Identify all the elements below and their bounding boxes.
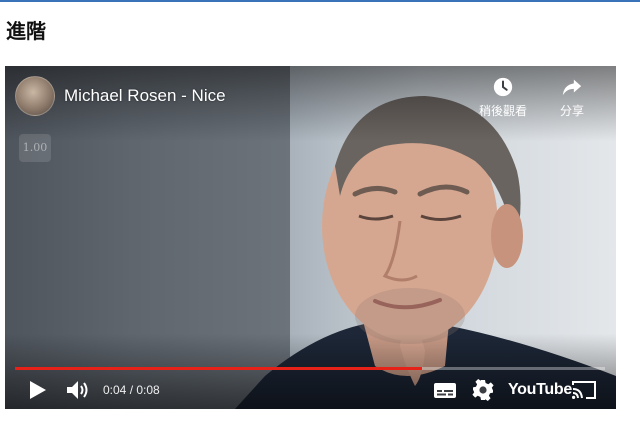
channel-avatar[interactable] (15, 76, 55, 116)
progress-bar[interactable] (15, 367, 605, 370)
gear-icon[interactable] (471, 378, 495, 402)
progress-bar-played (15, 367, 423, 370)
top-border (0, 0, 640, 2)
video-title[interactable]: Michael Rosen - Nice (64, 86, 226, 106)
play-icon[interactable] (27, 378, 49, 402)
share-button[interactable]: 分享 (542, 76, 602, 119)
captions-icon[interactable] (431, 378, 459, 402)
time-display: 0:04 / 0:08 (103, 383, 160, 397)
youtube-logo[interactable]: YouTube (508, 379, 572, 401)
share-arrow-icon (562, 79, 582, 96)
volume-icon[interactable] (65, 378, 91, 402)
watch-later-label: 稍後觀看 (478, 104, 527, 118)
share-label: 分享 (559, 104, 584, 118)
playback-speed-badge: 1.00 (19, 134, 51, 162)
clock-icon (493, 77, 513, 97)
watch-later-button[interactable]: 稍後觀看 (473, 76, 533, 119)
section-heading: 進階 (6, 19, 46, 43)
cast-icon[interactable] (570, 378, 598, 402)
video-player[interactable]: Michael Rosen - Nice 1.00 稍後觀看 分享 0:04 /… (5, 66, 616, 409)
